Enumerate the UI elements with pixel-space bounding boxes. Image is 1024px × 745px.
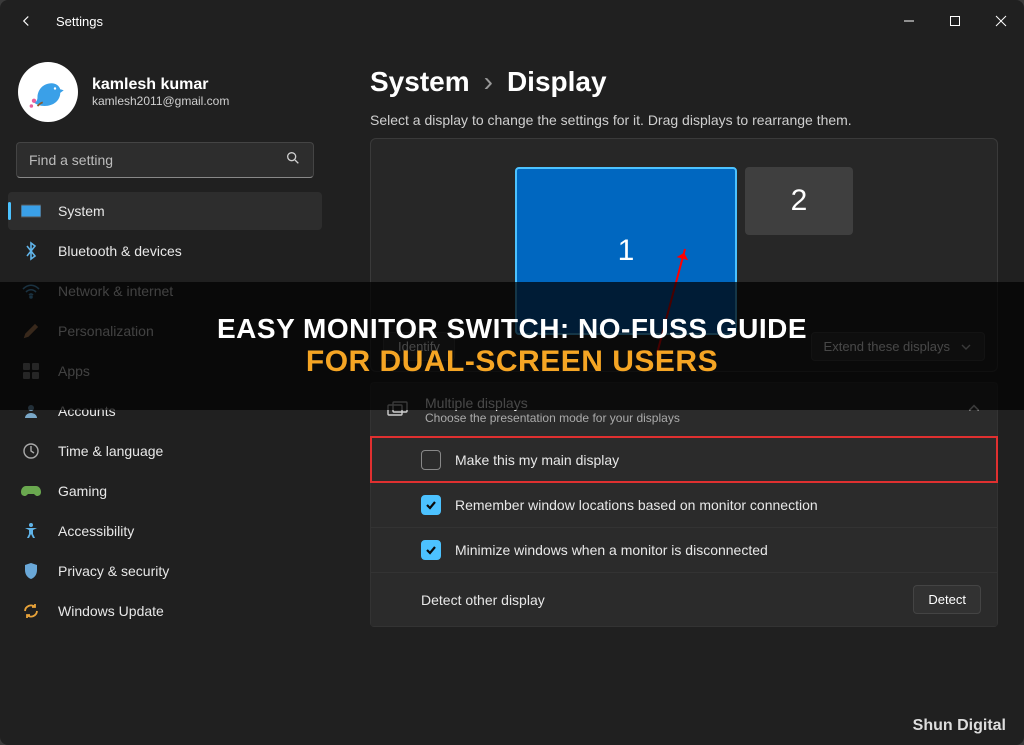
profile-text: kamlesh kumar kamlesh2011@gmail.com xyxy=(92,76,229,108)
option-minimize-windows[interactable]: Minimize windows when a monitor is disco… xyxy=(371,527,997,572)
avatar xyxy=(18,62,78,122)
bluetooth-icon xyxy=(20,240,42,262)
nav-item-gaming[interactable]: Gaming xyxy=(8,472,322,510)
close-icon xyxy=(995,15,1007,27)
option-label: Make this my main display xyxy=(455,452,619,468)
overlay-line-2: FOR DUAL-SCREEN USERS xyxy=(306,345,718,379)
clock-globe-icon xyxy=(20,440,42,462)
maximize-button[interactable] xyxy=(932,0,978,42)
detect-label: Detect other display xyxy=(421,592,545,608)
accessibility-icon xyxy=(20,520,42,542)
nav-label: Privacy & security xyxy=(58,563,169,579)
search-box[interactable] xyxy=(16,142,314,178)
select-display-hint: Select a display to change the settings … xyxy=(370,112,998,128)
window-controls xyxy=(886,0,1024,42)
search-input[interactable] xyxy=(29,152,285,168)
bird-avatar-icon xyxy=(27,71,69,113)
nav-label: Windows Update xyxy=(58,603,164,619)
watermark: Shun Digital xyxy=(913,717,1006,735)
card-subtitle: Choose the presentation mode for your di… xyxy=(425,411,951,425)
option-label: Remember window locations based on monit… xyxy=(455,497,818,513)
shield-icon xyxy=(20,560,42,582)
nav-label: Accessibility xyxy=(58,523,134,539)
overlay-line-1: EASY MONITOR SWITCH: NO-FUSS GUIDE xyxy=(217,313,807,345)
nav-item-windows-update[interactable]: Windows Update xyxy=(8,592,322,630)
window-title: Settings xyxy=(56,14,886,29)
breadcrumb-root[interactable]: System xyxy=(370,66,470,98)
close-button[interactable] xyxy=(978,0,1024,42)
detect-button[interactable]: Detect xyxy=(913,585,981,614)
update-icon xyxy=(20,600,42,622)
nav-label: System xyxy=(58,203,105,219)
nav-item-system[interactable]: System xyxy=(8,192,322,230)
nav-item-accessibility[interactable]: Accessibility xyxy=(8,512,322,550)
monitor-2[interactable]: 2 xyxy=(745,167,853,235)
nav-item-privacy[interactable]: Privacy & security xyxy=(8,552,322,590)
article-title-overlay: EASY MONITOR SWITCH: NO-FUSS GUIDE FOR D… xyxy=(0,282,1024,410)
nav-item-time-language[interactable]: Time & language xyxy=(8,432,322,470)
nav-label: Gaming xyxy=(58,483,107,499)
back-button[interactable] xyxy=(16,11,36,31)
maximize-icon xyxy=(949,15,961,27)
titlebar: Settings xyxy=(0,0,1024,42)
multiple-displays-card: Multiple displays Choose the presentatio… xyxy=(370,382,998,627)
option-main-display[interactable]: Make this my main display xyxy=(371,437,997,482)
breadcrumb: System › Display xyxy=(370,66,998,98)
nav-label: Bluetooth & devices xyxy=(58,243,182,259)
minimize-button[interactable] xyxy=(886,0,932,42)
checkbox-minimize[interactable] xyxy=(421,540,441,560)
profile-block[interactable]: kamlesh kumar kamlesh2011@gmail.com xyxy=(8,52,322,136)
system-icon xyxy=(20,200,42,222)
breadcrumb-current: Display xyxy=(507,66,607,98)
nav-label: Time & language xyxy=(58,443,163,459)
search-icon xyxy=(285,150,301,171)
checkbox-main-display[interactable] xyxy=(421,450,441,470)
minimize-icon xyxy=(903,15,915,27)
checkbox-remember[interactable] xyxy=(421,495,441,515)
profile-email: kamlesh2011@gmail.com xyxy=(92,94,229,108)
nav-item-bluetooth[interactable]: Bluetooth & devices xyxy=(8,232,322,270)
option-remember-windows[interactable]: Remember window locations based on monit… xyxy=(371,482,997,527)
chevron-right-icon: › xyxy=(484,66,493,98)
nav-list: System Bluetooth & devices Network & int… xyxy=(8,192,322,630)
arrow-left-icon xyxy=(17,12,35,30)
gaming-icon xyxy=(20,480,42,502)
profile-name: kamlesh kumar xyxy=(92,76,229,94)
option-label: Minimize windows when a monitor is disco… xyxy=(455,542,768,558)
option-detect-display: Detect other display Detect xyxy=(371,572,997,626)
